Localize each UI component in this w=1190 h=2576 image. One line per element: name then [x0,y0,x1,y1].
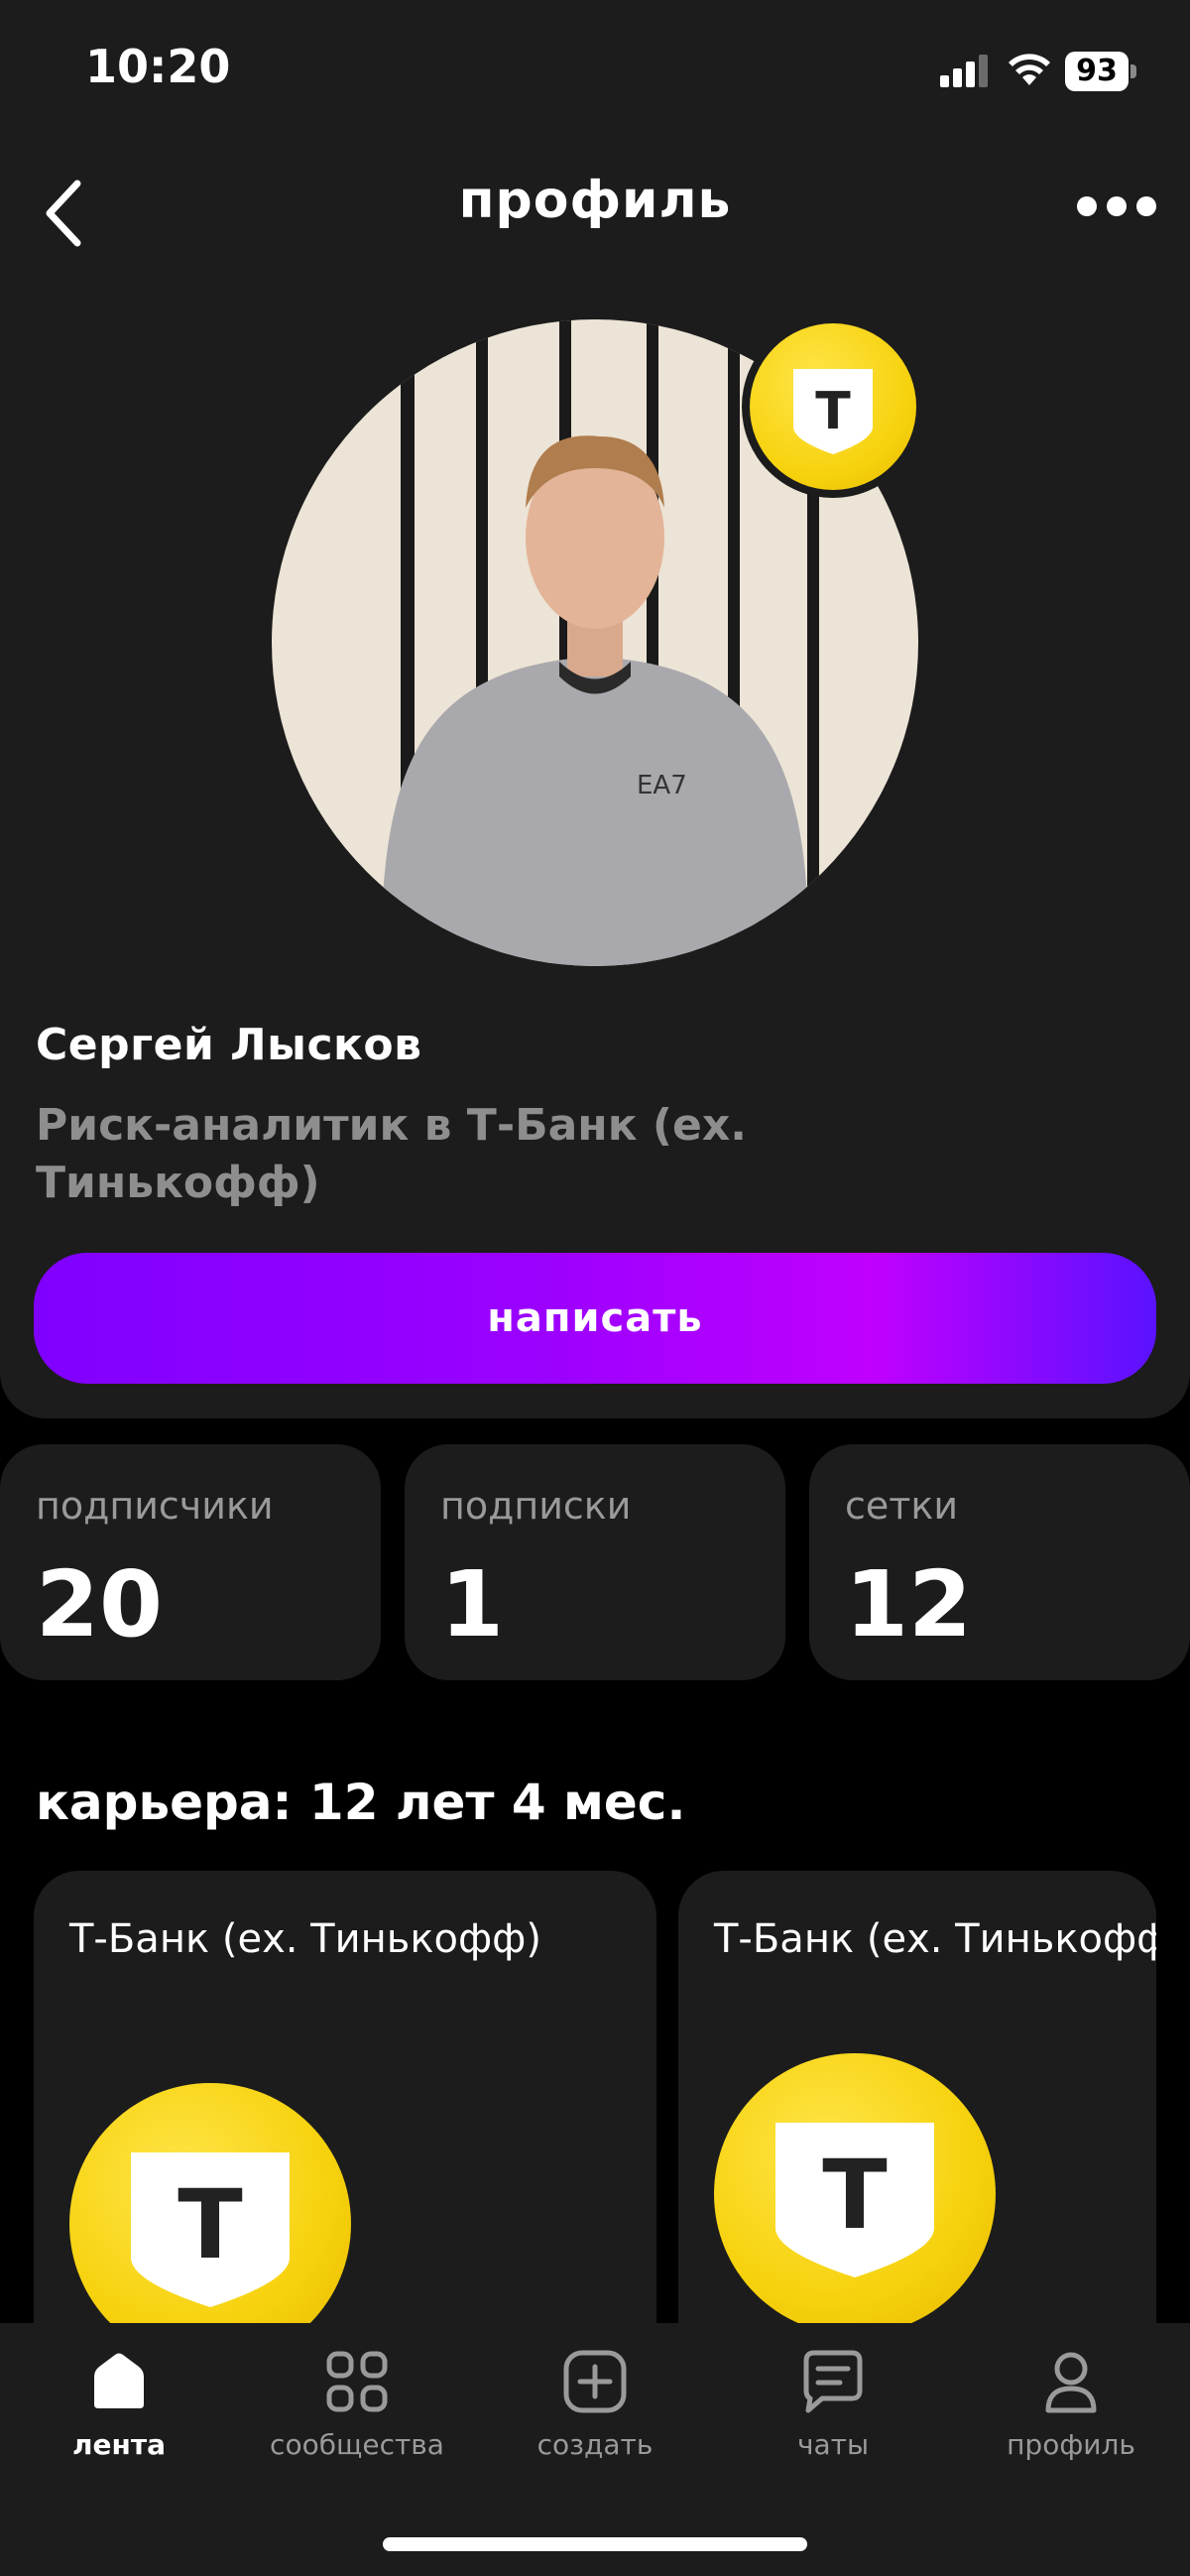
stat-value: 1 [440,1551,505,1657]
t-bank-logo-icon: Т [775,2123,934,2277]
write-message-button[interactable]: написать [34,1253,1156,1384]
more-dot-icon [1077,196,1097,216]
home-icon [94,2353,144,2408]
wifi-icon [1009,54,1050,85]
stat-networks[interactable]: сетки 12 [809,1444,1190,1680]
t-bank-logo-icon: Т [131,2152,290,2307]
career-card[interactable]: Т-Банк (ех. Тинькофф) Т [34,1871,656,2327]
company-badge: Т [742,315,924,498]
career-company: Т-Банк (ех. Тинькофф) [714,1916,1156,1962]
page-title: профиль [458,171,732,230]
more-options-button[interactable] [1077,196,1158,216]
career-card[interactable]: Т-Банк (ех. Тинькофф) Т [678,1871,1156,2327]
tab-create[interactable]: создать [486,2347,704,2461]
tab-feed[interactable]: лента [10,2347,228,2461]
tab-label: создать [536,2428,654,2461]
company-logo: Т [714,2053,996,2327]
home-indicator[interactable] [383,2537,807,2551]
career-company: Т-Банк (ех. Тинькофф) [69,1916,541,1962]
tab-label: лента [72,2428,166,2461]
svg-text:Т: Т [815,382,851,441]
tab-label: сообщества [270,2428,444,2461]
cellular-signal-icon [940,55,988,87]
stat-following[interactable]: подписки 1 [405,1444,785,1680]
person-icon [1045,2352,1097,2413]
tab-communities[interactable]: сообщества [248,2347,466,2461]
more-dot-icon [1107,196,1127,216]
t-bank-logo-icon: Т [793,369,873,454]
stat-value: 12 [845,1551,973,1657]
battery-level: 93 [1065,52,1129,91]
tab-label: профиль [1007,2428,1135,2461]
status-time: 10:20 [85,40,231,93]
stat-label: подписчики [36,1484,274,1528]
stat-label: сетки [845,1484,959,1528]
company-logo: Т [69,2083,351,2327]
stat-value: 20 [36,1551,164,1657]
more-dot-icon [1136,196,1156,216]
user-name: Сергей Лысков [36,1020,422,1070]
chat-icon [803,2350,863,2413]
svg-text:EA7: EA7 [637,771,687,800]
svg-text:Т: Т [822,2140,887,2251]
tab-profile[interactable]: профиль [962,2347,1180,2461]
tab-chats[interactable]: чаты [724,2347,942,2461]
career-title: карьера: 12 лет 4 мес. [36,1774,686,1831]
tab-label: чаты [796,2428,870,2461]
stat-followers[interactable]: подписчики 20 [0,1444,381,1680]
plus-square-icon [563,2350,627,2413]
stat-label: подписки [440,1484,632,1528]
grid-icon [326,2351,388,2412]
battery-icon: 93 [1065,52,1136,91]
user-role: Риск-аналитик в Т-Банк (ех. Тинькофф) [36,1100,747,1208]
svg-text:Т: Т [178,2169,242,2280]
